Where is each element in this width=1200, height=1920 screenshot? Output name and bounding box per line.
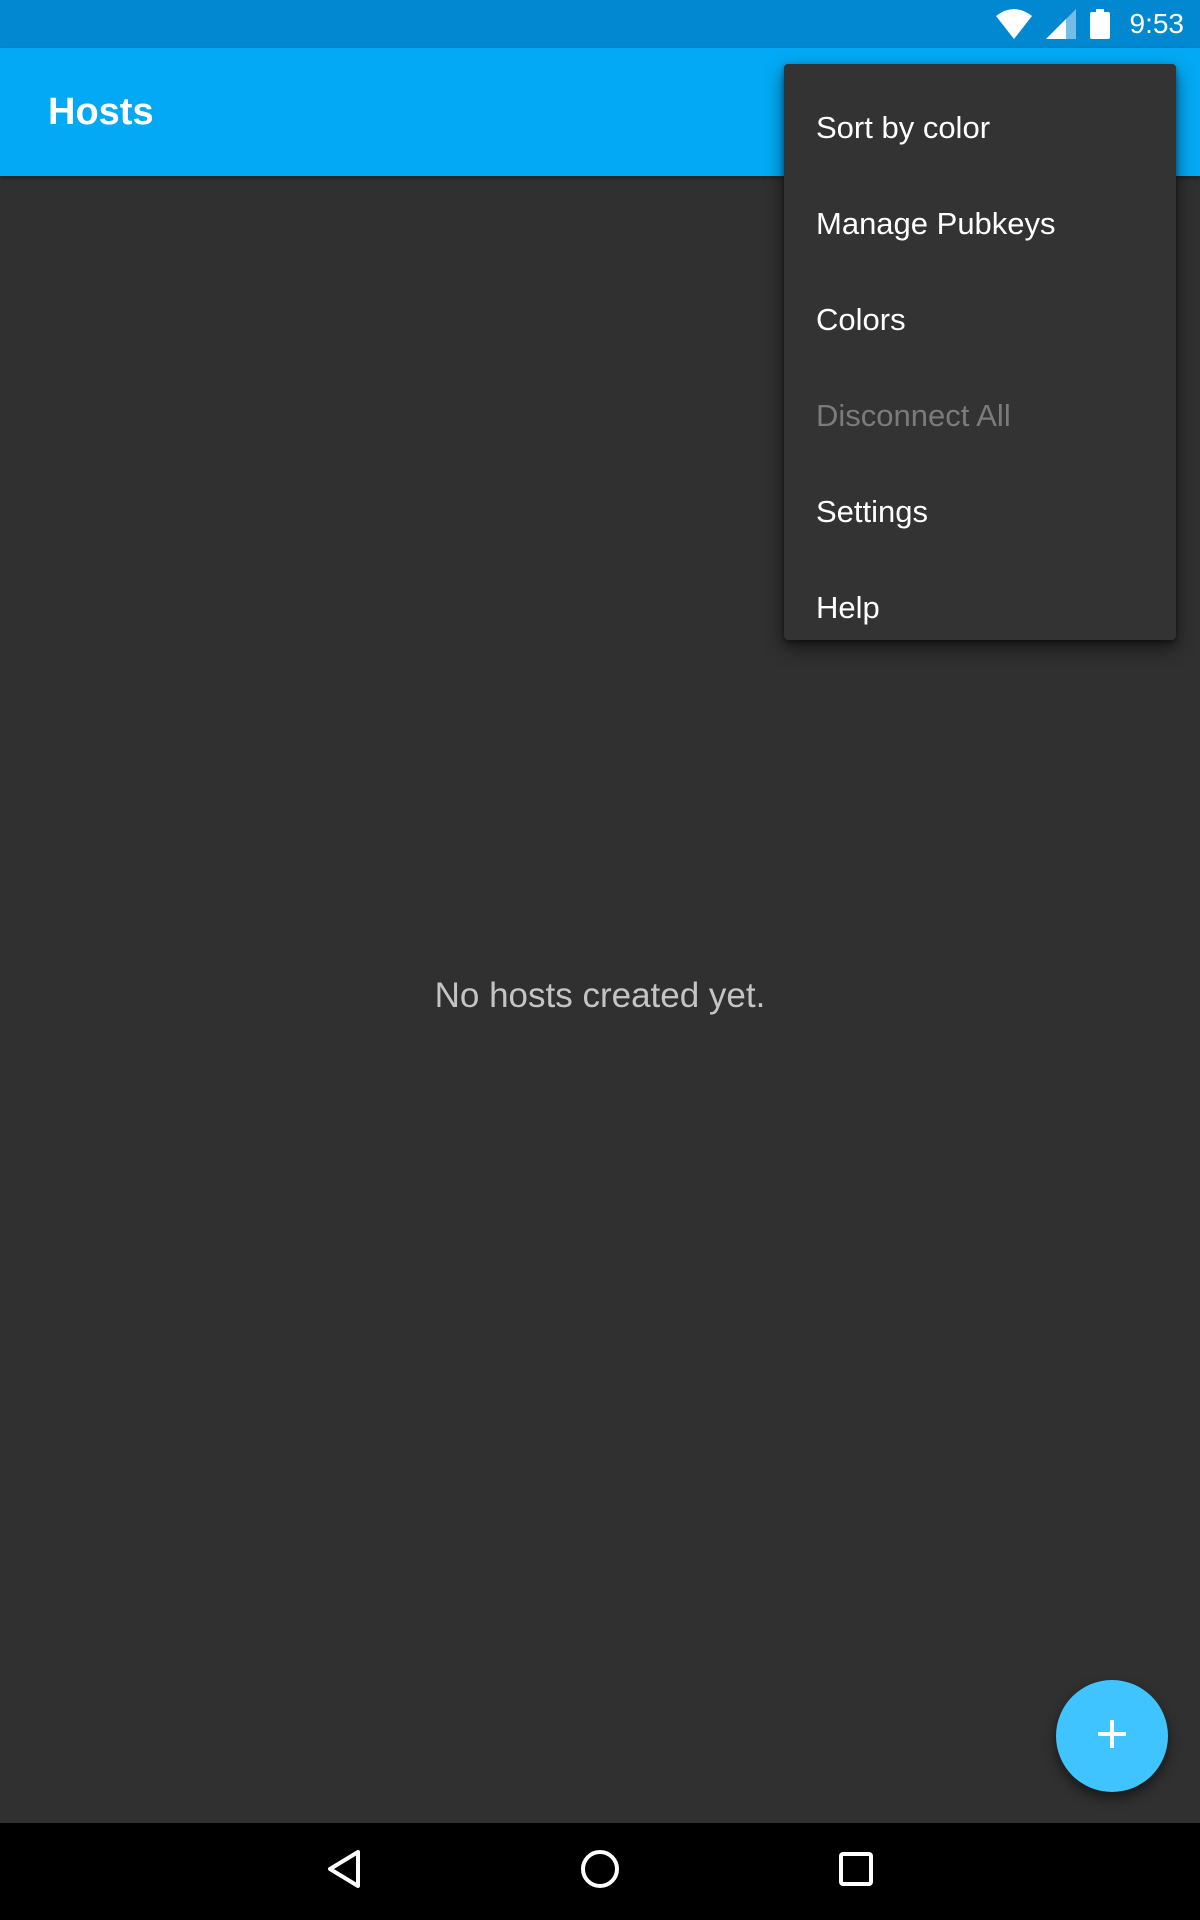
recents-button[interactable]	[796, 1823, 916, 1920]
status-icons: 9:53	[995, 0, 1185, 48]
back-icon	[324, 1848, 364, 1895]
status-clock: 9:53	[1129, 8, 1185, 39]
menu-item-manage-pubkeys[interactable]: Manage Pubkeys	[784, 176, 1176, 272]
battery-icon	[1089, 9, 1110, 39]
wifi-icon	[995, 9, 1032, 39]
page-title: Hosts	[48, 91, 154, 133]
menu-item-disconnect-all: Disconnect All	[816, 398, 1011, 433]
plus-icon	[1096, 1718, 1128, 1755]
home-icon	[579, 1848, 621, 1895]
menu-item-colors[interactable]: Colors	[784, 272, 1176, 368]
back-button[interactable]	[284, 1823, 404, 1920]
cell-signal-icon	[1045, 9, 1076, 39]
system-nav-bar	[0, 1823, 1200, 1920]
recents-icon	[838, 1851, 874, 1892]
overflow-menu: Sort by color Manage Pubkeys Colors Disc…	[784, 64, 1176, 640]
add-host-button[interactable]	[1056, 1680, 1168, 1792]
menu-item-settings[interactable]: Settings	[784, 464, 1176, 560]
menu-item-sort-by-color[interactable]: Sort by color	[784, 80, 1176, 176]
home-button[interactable]	[540, 1823, 660, 1920]
menu-item-help[interactable]: Help	[784, 560, 1176, 656]
status-bar: 9:53	[0, 0, 1200, 48]
empty-state-message: No hosts created yet.	[434, 976, 766, 1015]
